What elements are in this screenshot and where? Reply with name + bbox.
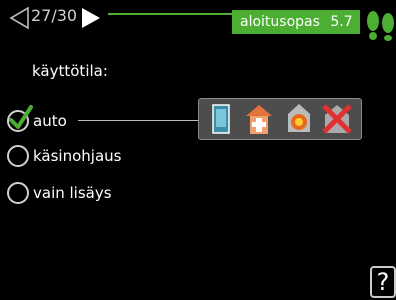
additional-heat-icon <box>288 104 310 132</box>
help-button[interactable]: ? <box>370 266 396 298</box>
disabled-heating-icon <box>322 104 352 134</box>
radio-auto[interactable] <box>7 105 33 132</box>
option-manual-label: käsinohjaus <box>33 147 122 165</box>
option-auto[interactable]: auto <box>7 105 67 135</box>
previous-arrow-icon[interactable] <box>8 6 30 30</box>
header-divider <box>108 13 232 15</box>
operating-mode-label: käyttötila: <box>32 62 108 80</box>
option-manual[interactable]: käsinohjaus <box>7 142 121 170</box>
heat-pump-icon <box>246 105 272 134</box>
connector-line <box>78 120 198 121</box>
footprints-icon <box>367 11 394 41</box>
option-addition-only-label: vain lisäys <box>33 184 112 202</box>
guide-title: aloitusopas <box>240 14 320 30</box>
page-counter: 27/30 <box>31 6 78 25</box>
guide-title-badge: aloitusopas 5.7 <box>232 10 360 34</box>
checkmark-icon <box>9 105 33 129</box>
next-arrow-icon[interactable] <box>80 6 102 30</box>
radio-manual[interactable] <box>7 145 29 167</box>
mode-icon-panel <box>198 98 362 140</box>
option-auto-label: auto <box>33 112 67 130</box>
guide-number: 5.7 <box>330 14 353 30</box>
radio-addition-only[interactable] <box>7 182 29 204</box>
water-heater-icon <box>212 104 230 134</box>
option-addition-only[interactable]: vain lisäys <box>7 179 112 207</box>
